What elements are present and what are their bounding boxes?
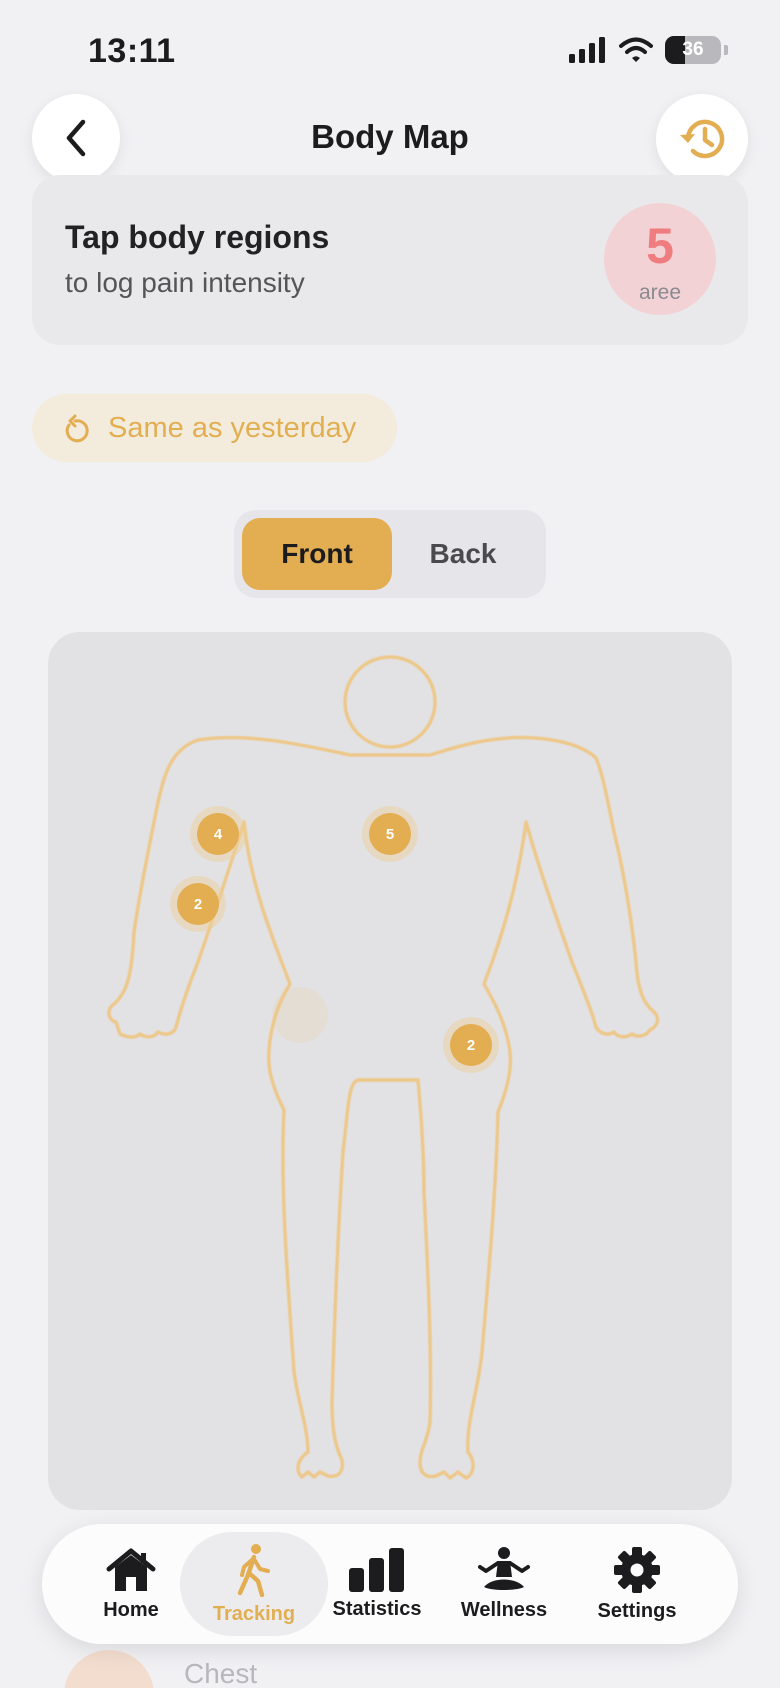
marker-left-hip[interactable]: 2: [443, 1017, 499, 1073]
tab-home-label: Home: [103, 1598, 159, 1621]
marker-value: 2: [194, 896, 202, 913]
tab-wellness-label: Wellness: [460, 1598, 548, 1621]
info-title: Tap body regions: [65, 219, 330, 255]
info-card: Tap body regions to log pain intensity 5…: [32, 175, 748, 345]
tab-settings-label: Settings: [597, 1599, 677, 1622]
history-button[interactable]: [656, 94, 748, 184]
meditation-icon: [478, 1546, 530, 1590]
body-figure: 4 5 2 2: [107, 655, 660, 1480]
view-toggle: Front Back: [234, 510, 546, 598]
area-count-value: 5: [646, 218, 674, 274]
walking-person-icon: [237, 1543, 270, 1597]
marker-right-upper-arm[interactable]: 2: [170, 876, 226, 932]
marker-chest[interactable]: 5: [362, 806, 418, 862]
area-count-label: aree: [638, 281, 682, 304]
wifi-icon: [619, 37, 653, 62]
battery-icon: 36: [665, 36, 721, 64]
region-right-hip[interactable]: [272, 987, 328, 1043]
marker-value: 4: [214, 826, 223, 843]
status-time: 13:11: [88, 32, 176, 70]
marker-value: 2: [467, 1037, 475, 1054]
area-count-badge: 5 aree: [604, 203, 716, 315]
tab-settings[interactable]: Settings: [580, 1524, 694, 1644]
history-clock-icon: [680, 119, 725, 159]
list-item-avatar: [64, 1650, 154, 1688]
signal-icon: [569, 37, 605, 63]
list-item-label: Chest: [184, 1658, 258, 1688]
status-icons: 36: [569, 36, 728, 64]
battery-level: 36: [682, 39, 704, 60]
tab-front[interactable]: Front: [242, 518, 392, 590]
same-as-yesterday-label: Same as yesterday: [108, 411, 357, 444]
header: Body Map: [0, 94, 780, 184]
info-subtitle: to log pain intensity: [65, 267, 305, 298]
tab-back[interactable]: Back: [388, 518, 538, 590]
tab-home[interactable]: Home: [76, 1524, 186, 1644]
same-as-yesterday-button[interactable]: Same as yesterday: [32, 394, 397, 462]
undo-arrow-icon: [65, 414, 89, 443]
tab-tracking-label: Tracking: [212, 1602, 296, 1625]
gear-icon: [614, 1546, 660, 1593]
tab-bar: Home Tracking Statistics Wellness Settin…: [42, 1524, 738, 1644]
bar-chart-icon: [349, 1547, 404, 1592]
marker-value: 5: [386, 826, 394, 843]
body-map[interactable]: 4 5 2 2: [48, 632, 732, 1510]
tab-wellness[interactable]: Wellness: [442, 1524, 566, 1644]
marker-right-shoulder[interactable]: 4: [190, 806, 246, 862]
list-item[interactable]: Chest: [64, 1650, 664, 1688]
status-bar: 13:11 36: [0, 0, 780, 100]
head-outline[interactable]: [343, 655, 437, 749]
tab-statistics-label: Statistics: [332, 1597, 422, 1620]
tab-statistics[interactable]: Statistics: [312, 1524, 442, 1644]
house-icon: [106, 1548, 156, 1591]
tab-tracking[interactable]: Tracking: [192, 1524, 316, 1644]
